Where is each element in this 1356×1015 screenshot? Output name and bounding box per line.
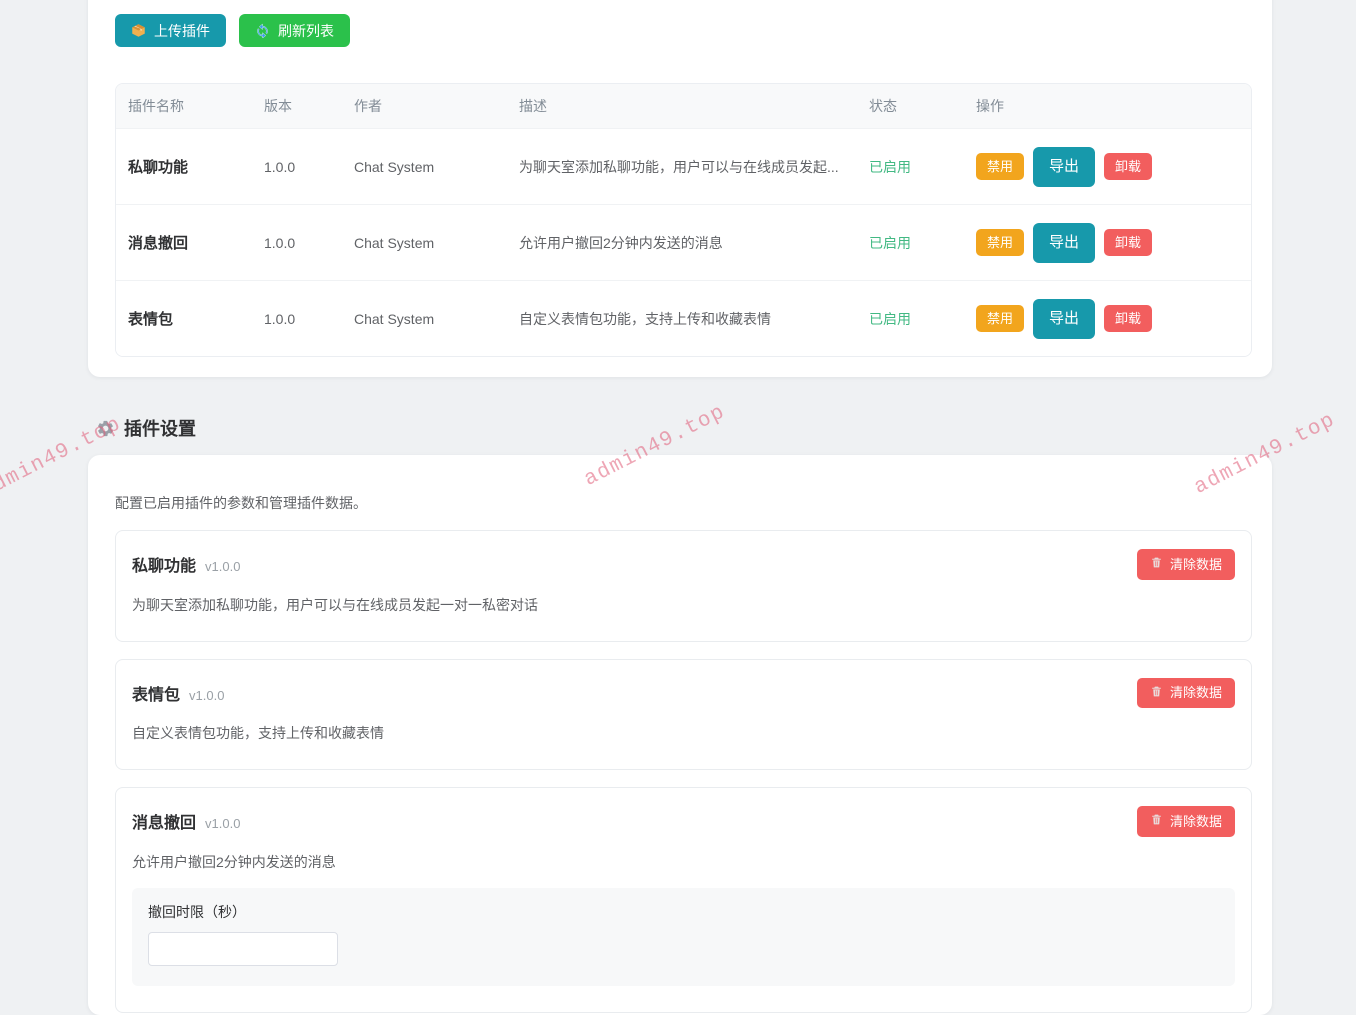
- recall-time-input[interactable]: [148, 932, 338, 966]
- setting-card-emoji-pack: 表情包 v1.0.0 清除数据 自定义表情包功能，支持上传和收藏表情: [115, 659, 1252, 771]
- settings-section-title: 插件设置: [124, 415, 196, 441]
- description-cell: 为聊天室添加私聊功能，用户可以与在线成员发起...: [519, 157, 869, 177]
- refresh-list-button[interactable]: 刷新列表: [239, 14, 350, 47]
- plugin-name-cell: 消息撤回: [128, 232, 264, 253]
- description-cell: 自定义表情包功能，支持上传和收藏表情: [519, 309, 869, 329]
- clear-data-button[interactable]: 清除数据: [1137, 806, 1235, 837]
- plugin-description: 为聊天室添加私聊功能，用户可以与在线成员发起一对一私密对话: [132, 595, 1235, 615]
- clear-data-label: 清除数据: [1170, 814, 1222, 830]
- trash-icon: [1150, 556, 1163, 573]
- setting-card-title: 表情包 v1.0.0: [132, 681, 224, 705]
- header-status: 状态: [869, 96, 976, 116]
- plugin-name: 私聊功能: [132, 552, 196, 576]
- recall-config-panel: 撤回时限（秒）: [132, 888, 1235, 986]
- plugin-name: 表情包: [132, 681, 180, 705]
- plugin-toolbar: 上传插件 刷新列表: [115, 14, 1252, 47]
- refresh-icon: [255, 23, 270, 38]
- plugin-table: 插件名称 版本 作者 描述 状态 操作 私聊功能 1.0.0 Chat Syst…: [115, 83, 1252, 357]
- author-cell: Chat System: [354, 311, 519, 327]
- setting-card-message-recall: 消息撤回 v1.0.0 清除数据 允许用户撤回2分钟内发送的消息 撤回时限（秒）: [115, 787, 1252, 1013]
- setting-card-title: 消息撤回 v1.0.0: [132, 809, 240, 833]
- plugin-version: v1.0.0: [205, 559, 240, 574]
- settings-intro-text: 配置已启用插件的参数和管理插件数据。: [115, 493, 1252, 513]
- version-cell: 1.0.0: [264, 311, 354, 327]
- table-row: 表情包 1.0.0 Chat System 自定义表情包功能，支持上传和收藏表情…: [116, 280, 1251, 356]
- clear-data-label: 清除数据: [1170, 557, 1222, 573]
- description-cell: 允许用户撤回2分钟内发送的消息: [519, 233, 869, 253]
- version-cell: 1.0.0: [264, 235, 354, 251]
- clear-data-button[interactable]: 清除数据: [1137, 549, 1235, 580]
- plugin-version: v1.0.0: [189, 688, 224, 703]
- export-button[interactable]: 导出: [1033, 223, 1095, 263]
- status-badge: 已启用: [869, 157, 976, 177]
- disable-button[interactable]: 禁用: [976, 305, 1024, 333]
- status-badge: 已启用: [869, 309, 976, 329]
- table-row: 消息撤回 1.0.0 Chat System 允许用户撤回2分钟内发送的消息 已…: [116, 204, 1251, 280]
- setting-card-title: 私聊功能 v1.0.0: [132, 552, 240, 576]
- disable-button[interactable]: 禁用: [976, 153, 1024, 181]
- gear-icon: [96, 419, 115, 438]
- plugin-description: 自定义表情包功能，支持上传和收藏表情: [132, 723, 1235, 743]
- plugin-name-cell: 表情包: [128, 308, 264, 329]
- trash-icon: [1150, 813, 1163, 830]
- author-cell: Chat System: [354, 159, 519, 175]
- row-actions: 禁用 导出 卸载: [976, 223, 1239, 263]
- row-actions: 禁用 导出 卸载: [976, 299, 1239, 339]
- plugin-table-header: 插件名称 版本 作者 描述 状态 操作: [116, 84, 1251, 128]
- clear-data-label: 清除数据: [1170, 685, 1222, 701]
- header-actions: 操作: [976, 96, 1239, 116]
- trash-icon: [1150, 685, 1163, 702]
- export-button[interactable]: 导出: [1033, 299, 1095, 339]
- export-button[interactable]: 导出: [1033, 147, 1095, 187]
- plugin-version: v1.0.0: [205, 816, 240, 831]
- uninstall-button[interactable]: 卸载: [1104, 229, 1152, 257]
- author-cell: Chat System: [354, 235, 519, 251]
- uninstall-button[interactable]: 卸载: [1104, 153, 1152, 181]
- header-plugin-name: 插件名称: [128, 96, 264, 116]
- version-cell: 1.0.0: [264, 159, 354, 175]
- recall-time-label: 撤回时限（秒）: [148, 902, 1219, 922]
- header-description: 描述: [519, 96, 869, 116]
- uninstall-button[interactable]: 卸载: [1104, 305, 1152, 333]
- settings-section-header: 插件设置: [96, 415, 196, 441]
- disable-button[interactable]: 禁用: [976, 229, 1024, 257]
- setting-card-private-chat: 私聊功能 v1.0.0 清除数据 为聊天室添加私聊功能，用户可以与在线成员发起一…: [115, 530, 1252, 642]
- header-version: 版本: [264, 96, 354, 116]
- plugin-list-panel: 上传插件 刷新列表 插件名称 版本 作者 描述 状态 操作 私聊功能 1.0.0…: [88, 0, 1272, 377]
- plugin-name-cell: 私聊功能: [128, 156, 264, 177]
- table-row: 私聊功能 1.0.0 Chat System 为聊天室添加私聊功能，用户可以与在…: [116, 128, 1251, 204]
- refresh-list-label: 刷新列表: [278, 24, 334, 38]
- plugin-name: 消息撤回: [132, 809, 196, 833]
- package-icon: [131, 23, 146, 38]
- upload-plugin-button[interactable]: 上传插件: [115, 14, 226, 47]
- header-author: 作者: [354, 96, 519, 116]
- clear-data-button[interactable]: 清除数据: [1137, 678, 1235, 709]
- status-badge: 已启用: [869, 233, 976, 253]
- plugin-description: 允许用户撤回2分钟内发送的消息: [132, 852, 1235, 872]
- upload-plugin-label: 上传插件: [154, 24, 210, 38]
- row-actions: 禁用 导出 卸载: [976, 147, 1239, 187]
- plugin-settings-panel: 配置已启用插件的参数和管理插件数据。 私聊功能 v1.0.0 清除数据 为聊天室…: [88, 455, 1272, 1015]
